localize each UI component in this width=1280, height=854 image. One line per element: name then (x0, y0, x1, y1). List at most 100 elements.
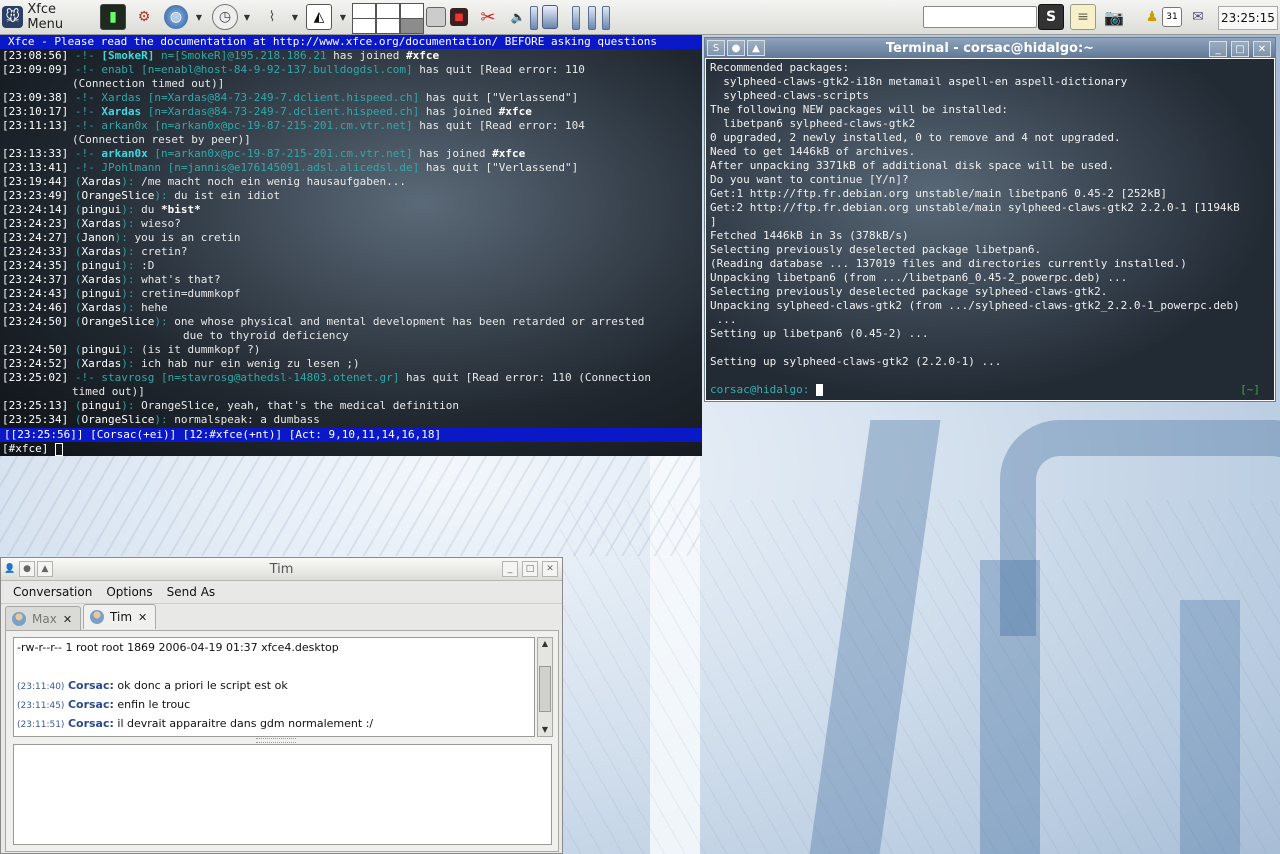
irc-text: you is an cretin (134, 231, 241, 244)
search-entry[interactable] (923, 6, 1037, 28)
menu-conversation[interactable]: Conversation (13, 585, 92, 599)
shade-icon[interactable]: ▲ (37, 561, 53, 577)
message-compose-field[interactable] (13, 744, 552, 845)
maximize-icon[interactable]: □ (522, 561, 538, 577)
web-browser-icon: ◍ (164, 5, 188, 29)
terminal-launcher[interactable]: ▮ (100, 4, 126, 30)
user-button[interactable]: ♟ (1140, 4, 1164, 30)
volume-bar[interactable] (530, 6, 538, 30)
workspace-4[interactable] (352, 18, 376, 34)
mail-button[interactable]: ✉ (1186, 4, 1210, 30)
mouse-icon: ⌇ (268, 9, 276, 25)
irc-text: due to thyroid deficiency (183, 329, 349, 342)
scroll-up-icon[interactable]: ▲ (538, 638, 552, 650)
xfce-menu-button[interactable]: 🐭 Xfce Menu (2, 2, 94, 32)
pidgin-icon[interactable]: 👤 (3, 562, 17, 576)
settings-launcher[interactable]: ⚙ (132, 4, 156, 30)
sticky-icon[interactable]: ● (19, 561, 35, 577)
maximize-icon[interactable]: □ (1231, 41, 1249, 57)
workspace-2[interactable] (376, 3, 400, 19)
mixer-button[interactable]: 🔈 (506, 4, 530, 30)
inkscape-launcher[interactable]: ◭ (306, 4, 332, 30)
irc-text: hehe (141, 301, 168, 314)
close-tab-icon[interactable]: ✕ (138, 611, 147, 624)
terminal-line: Unpacking libetpan6 (from .../libetpan6_… (710, 271, 1128, 284)
history-scrollbar[interactable]: ▲ ▼ (537, 637, 553, 737)
irc-nick: JPohlmann (101, 161, 161, 174)
irc-line: [23:08:56] -!- [SmokeR] n=[SmokeR]@195.2… (0, 49, 702, 63)
panel-clock[interactable]: 23:25:15 (1218, 6, 1278, 30)
irc-nick: OrangeSlice (81, 413, 155, 426)
calendar-button[interactable]: 31 (1162, 4, 1182, 30)
irc-text: cretin? (141, 245, 188, 258)
irc-nick: Xardas (81, 301, 122, 314)
clock-timer-icon: ◷ (212, 4, 238, 30)
chat-history[interactable]: -rw-r--r-- 1 root root 1869 2006-04-19 0… (13, 637, 535, 737)
irc-timestamp: [23:24:37] (2, 273, 75, 286)
workspace-3[interactable] (400, 3, 424, 19)
chevron-down-icon[interactable]: ▼ (194, 4, 204, 30)
irc-timestamp: [23:24:14] (2, 203, 75, 216)
minimize-icon[interactable]: _ (502, 561, 518, 577)
terminal-window[interactable]: S ● ▲ Terminal - corsac@hidalgo:~ _ □ ✕ … (704, 37, 1276, 402)
irc-nick: OrangeSlice (81, 315, 155, 328)
screenshot-launcher[interactable]: ■ (450, 4, 468, 30)
terminal-line: Get:2 http://ftp.fr.debian.org unstable/… (710, 201, 1240, 214)
irc-status-bar: [[23:25:56]] [Corsac(+ei)] [12:#xfce(+nt… (0, 428, 702, 442)
terminal-line: Do you want to continue [Y/n]? (710, 173, 909, 186)
irc-timestamp: [23:24:52] (2, 357, 75, 370)
workspace-6[interactable] (400, 18, 424, 34)
terminal-icon: ▮ (100, 4, 126, 30)
scrollbar-thumb[interactable] (539, 666, 551, 712)
minimize-icon[interactable]: _ (1209, 41, 1227, 57)
workspace-switcher[interactable] (352, 2, 424, 34)
chevron-down-icon[interactable]: ▼ (290, 4, 300, 30)
tab-tim[interactable]: Tim ✕ (83, 604, 157, 629)
terminal-titlebar[interactable]: S ● ▲ Terminal - corsac@hidalgo:~ _ □ ✕ (705, 38, 1275, 58)
terminal-line: The following NEW packages will be insta… (710, 103, 1009, 116)
terminal-output[interactable]: Recommended packages: sylpheed-claws-gtk… (706, 59, 1274, 400)
mail-icon: ✉ (1192, 9, 1204, 25)
cut-launcher[interactable]: ✂ (476, 4, 500, 30)
web-browser-launcher[interactable]: ◍ (164, 4, 188, 30)
sticky-icon[interactable]: ● (727, 40, 745, 56)
irc-line: [23:13:41] -!- JPohlmann [n=jannis@e1761… (0, 161, 702, 175)
irc-host: [n=stavrosg@athedsl-14803.otenet.gr] (154, 371, 407, 384)
irc-nick: pingui (81, 399, 122, 412)
menu-send-as[interactable]: Send As (167, 585, 216, 599)
terminal-prompt-line[interactable]: corsac@hidalgo: (710, 383, 1274, 397)
chat-titlebar[interactable]: 👤 ● ▲ Tim _ □ ✕ (1, 558, 562, 581)
irc-line: [23:24:37] (Xardas): what's that? (2, 273, 221, 286)
irc-line: [23:24:52] (Xardas): ich hab nur ein wen… (2, 357, 360, 370)
workspace-5[interactable] (376, 18, 400, 34)
menu-options[interactable]: Options (106, 585, 152, 599)
window-menu-icon[interactable]: S (707, 40, 725, 56)
window-list-button[interactable] (426, 4, 446, 30)
close-tab-icon[interactable]: ✕ (63, 613, 72, 626)
irc-text: one whose physical and mental developmen… (174, 315, 645, 328)
mouse-launcher[interactable]: ⌇ (260, 4, 284, 30)
irc-nick: Xardas (81, 217, 122, 230)
irc-input-line[interactable]: [#xfce] (0, 442, 702, 456)
chevron-down-icon[interactable]: ▼ (338, 4, 348, 30)
workspace-1[interactable] (352, 3, 376, 19)
close-icon[interactable]: ✕ (1253, 41, 1271, 57)
terminal-line: Unpacking sylpheed-claws-gtk2 (from .../… (710, 299, 1240, 312)
chat-window[interactable]: 👤 ● ▲ Tim _ □ ✕ Conversation Options Sen… (0, 557, 563, 854)
camera-launcher[interactable]: 📷 (1102, 4, 1126, 30)
timer-launcher[interactable]: ◷ (212, 4, 238, 30)
irc-nick: arkan0x (101, 147, 148, 160)
search-button[interactable]: S (1038, 4, 1064, 30)
terminal-prompt: corsac@hidalgo: (710, 383, 810, 396)
irc-text: ich hab nur ein wenig zu lesen ;) (141, 357, 360, 370)
close-icon[interactable]: ✕ (542, 561, 558, 577)
irc-line-continuation: timed out)] (0, 385, 702, 399)
irc-window[interactable]: Xfce - Please read the documentation at … (0, 35, 702, 456)
chevron-down-icon[interactable]: ▼ (242, 4, 252, 30)
scroll-down-icon[interactable]: ▼ (538, 724, 552, 736)
terminal-line: sylpheed-claws-scripts (710, 89, 869, 102)
tab-max[interactable]: Max ✕ (5, 606, 82, 631)
shade-icon[interactable]: ▲ (747, 40, 765, 56)
pane-resize-handle[interactable] (256, 738, 296, 743)
notes-launcher[interactable]: ≡ (1070, 4, 1096, 30)
